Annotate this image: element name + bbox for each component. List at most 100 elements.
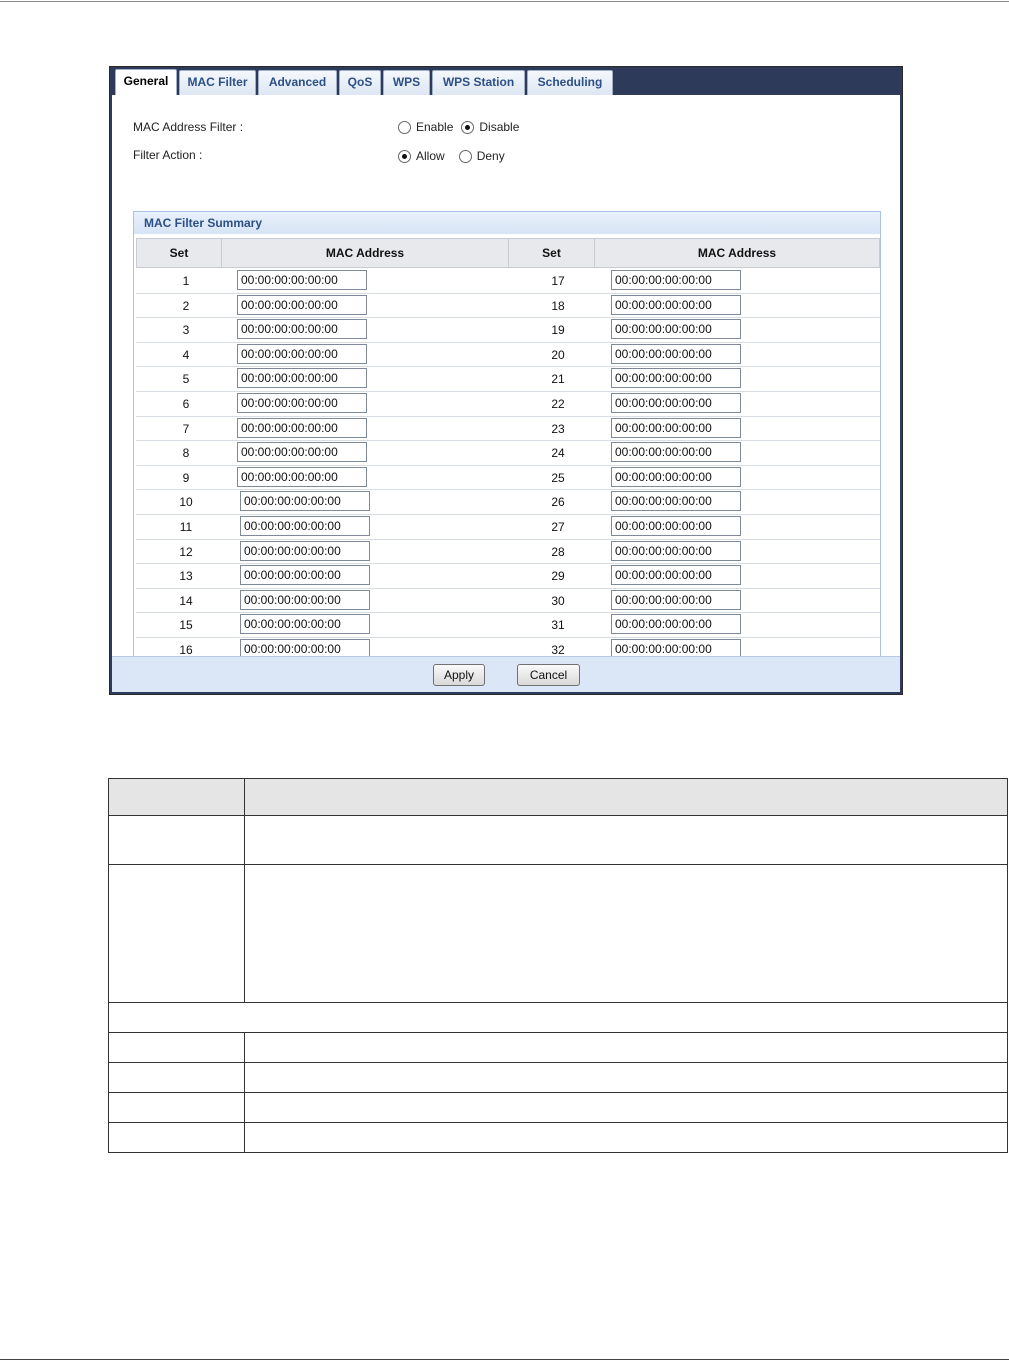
disable-radio-label: Disable <box>479 120 520 134</box>
mac-address-input[interactable] <box>611 491 741 512</box>
table-column-divider <box>244 1032 245 1152</box>
table-row: 3 19 <box>136 318 880 343</box>
set-number: 31 <box>551 618 565 633</box>
table-row: 1 17 <box>136 269 880 294</box>
mac-address-input[interactable] <box>237 442 367 463</box>
set-number: 22 <box>551 397 565 411</box>
set-number: 27 <box>551 520 565 534</box>
tab-wps-station[interactable]: WPS Station <box>432 70 525 95</box>
tab-mac-filter[interactable]: MAC Filter <box>179 70 256 95</box>
set-number: 11 <box>179 520 193 534</box>
table-row: 5 21 <box>136 367 880 392</box>
set-number: 1 <box>182 274 190 288</box>
mac-address-input[interactable] <box>240 540 370 561</box>
header-set-left: Set <box>136 238 222 268</box>
mac-address-input[interactable] <box>611 343 741 364</box>
mac-address-input[interactable] <box>611 270 741 290</box>
mac-address-input[interactable] <box>611 417 741 438</box>
mac-address-input[interactable] <box>611 466 741 487</box>
table-column-divider <box>244 779 245 1002</box>
table-rule <box>109 1002 1007 1003</box>
table-row: 12 28 <box>136 540 880 565</box>
filter-action-radio-group: Allow Deny <box>398 149 513 163</box>
set-number: 4 <box>182 347 190 362</box>
header-set-right: Set <box>508 238 595 268</box>
mac-address-input[interactable] <box>611 393 741 413</box>
mac-filter-summary: MAC Filter Summary Set MAC Address Set M… <box>133 211 881 664</box>
mac-address-input[interactable] <box>237 294 367 315</box>
description-table <box>108 778 1008 1153</box>
set-number: 24 <box>551 446 565 461</box>
apply-button[interactable]: Apply <box>433 664 485 686</box>
header-mac-right: MAC Address <box>594 238 880 268</box>
table-row: 1531 <box>136 613 880 638</box>
disable-radio[interactable] <box>461 120 475 134</box>
set-number: 2 <box>182 298 190 313</box>
table-row: 2 18 <box>136 294 880 319</box>
mac-filter-panel: MAC Address Filter : Enable Disable Filt… <box>112 95 900 664</box>
mac-address-input[interactable] <box>611 565 741 586</box>
table-row: 7 23 <box>136 417 880 442</box>
set-number: 9 <box>182 470 190 485</box>
table-row: 11 27 <box>136 515 880 540</box>
enable-radio[interactable] <box>398 120 411 134</box>
mac-address-input[interactable] <box>240 565 370 586</box>
tab-general[interactable]: General <box>115 69 177 96</box>
mac-address-input[interactable] <box>611 319 741 340</box>
set-number: 6 <box>182 397 190 411</box>
set-number: 13 <box>179 569 193 584</box>
mac-address-input[interactable] <box>237 466 367 487</box>
tab-wps[interactable]: WPS <box>383 70 430 95</box>
tab-qos[interactable]: QoS <box>339 70 381 95</box>
table-row: 8 24 <box>136 441 880 466</box>
allow-radio[interactable] <box>398 149 411 163</box>
mac-address-input[interactable] <box>237 393 367 413</box>
mac-address-input[interactable] <box>611 540 741 561</box>
set-number: 21 <box>551 372 565 387</box>
set-number: 15 <box>179 618 193 633</box>
mac-address-filter-radio-group: Enable Disable <box>398 120 527 134</box>
mac-address-input[interactable] <box>611 516 741 536</box>
set-number: 30 <box>551 593 565 608</box>
mac-address-input[interactable] <box>237 368 367 389</box>
table-row: 6 22 <box>136 392 880 417</box>
page-top-rule <box>0 1 1009 2</box>
set-number: 23 <box>551 421 565 436</box>
mac-address-input[interactable] <box>237 343 367 364</box>
mac-address-input[interactable] <box>237 417 367 438</box>
mac-address-input[interactable] <box>240 589 370 610</box>
mac-address-input[interactable] <box>237 319 367 340</box>
set-number: 29 <box>551 569 565 584</box>
mac-address-input[interactable] <box>240 614 370 635</box>
header-mac-left: MAC Address <box>221 238 509 268</box>
set-number: 7 <box>182 421 190 436</box>
table-row: 9 25 <box>136 466 880 491</box>
set-number: 25 <box>551 470 565 485</box>
table-row: 4 20 <box>136 343 880 368</box>
mac-address-input[interactable] <box>611 442 741 463</box>
set-number: 32 <box>551 643 565 657</box>
table-row: 14 30 <box>136 589 880 614</box>
deny-radio[interactable] <box>458 149 472 163</box>
allow-radio-label: Allow <box>416 149 445 163</box>
set-number: 14 <box>179 593 193 608</box>
set-number: 10 <box>179 495 193 510</box>
filter-action-label: Filter Action : <box>133 148 203 162</box>
cancel-button[interactable]: Cancel <box>517 664 580 686</box>
mac-address-input[interactable] <box>240 491 370 512</box>
tab-scheduling[interactable]: Scheduling <box>527 70 613 95</box>
deny-radio-label: Deny <box>476 149 505 163</box>
mac-address-input[interactable] <box>611 368 741 389</box>
table-row: 13 29 <box>136 564 880 589</box>
set-number: 20 <box>551 347 565 362</box>
set-number: 8 <box>182 446 190 461</box>
mac-address-input[interactable] <box>237 270 367 290</box>
table-row: 10 26 <box>136 490 880 515</box>
mac-address-input[interactable] <box>611 614 741 635</box>
mac-address-input[interactable] <box>611 294 741 315</box>
tab-advanced[interactable]: Advanced <box>258 70 337 95</box>
set-number: 16 <box>179 643 193 657</box>
mac-address-input[interactable] <box>611 589 741 610</box>
mac-address-filter-label: MAC Address Filter : <box>133 120 244 134</box>
mac-address-input[interactable] <box>240 516 370 536</box>
